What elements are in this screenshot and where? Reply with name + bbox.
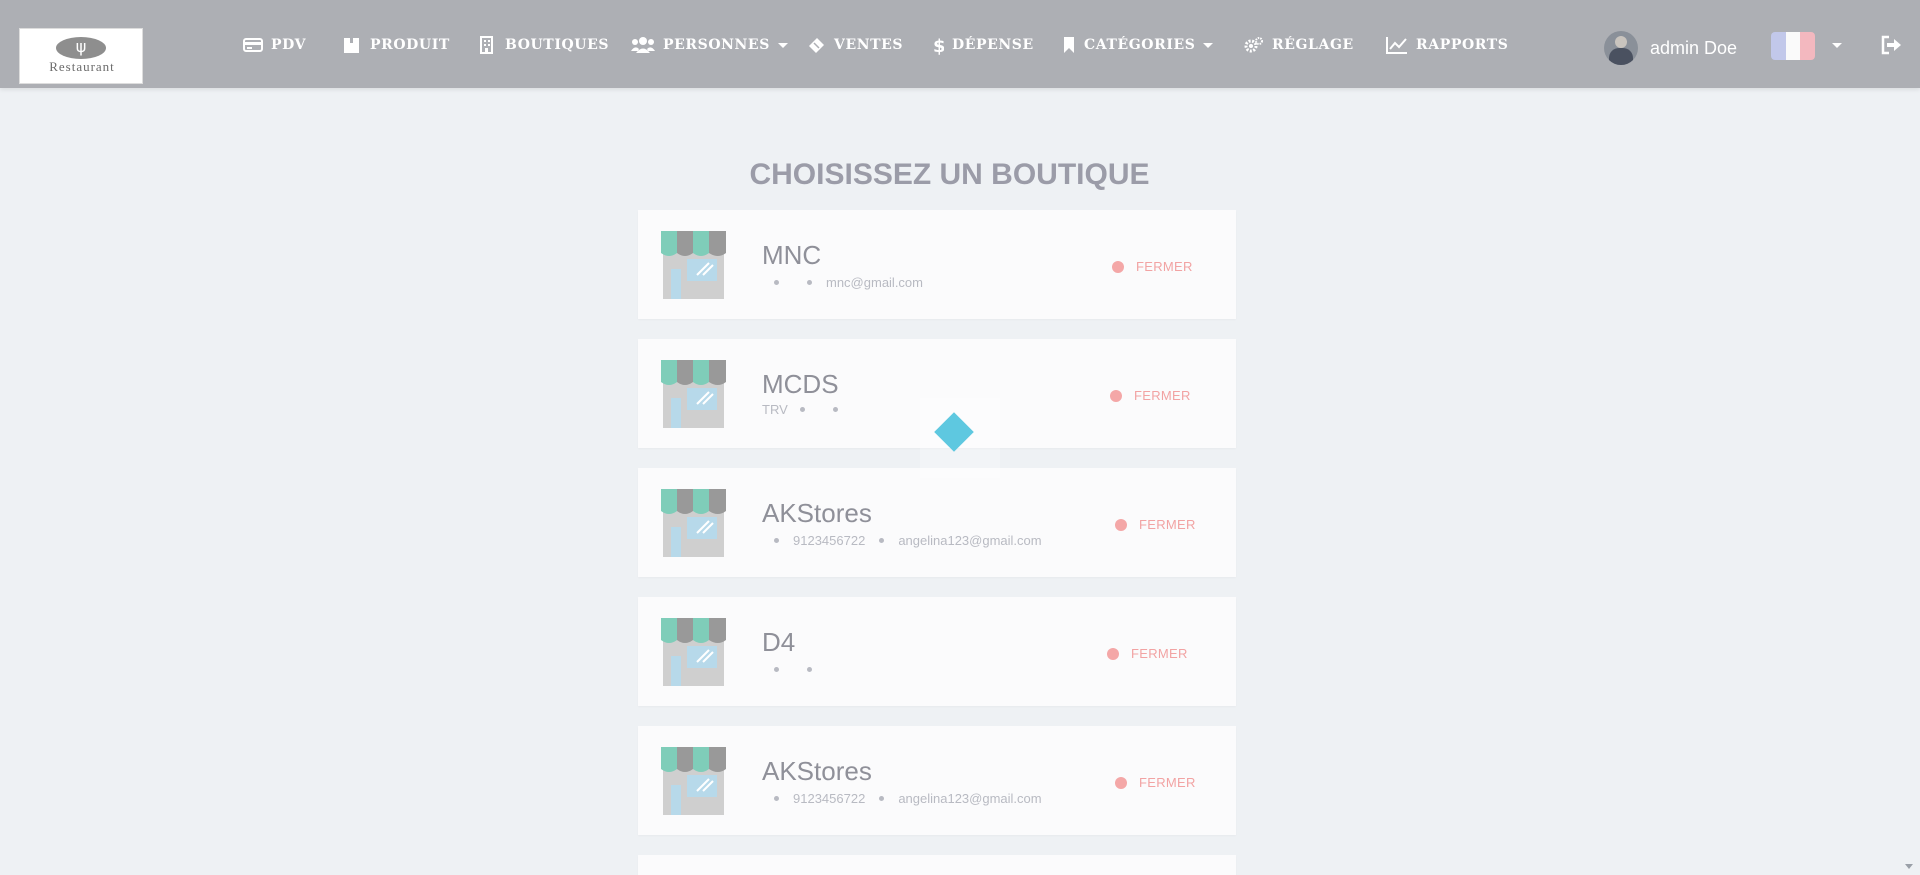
chevron-down-icon — [777, 42, 788, 48]
store-name: AKStores — [762, 756, 872, 786]
nav-personnes[interactable]: PERSONNES — [631, 35, 788, 55]
logo-text: Restaurant — [49, 59, 115, 74]
dollar-icon: $ — [932, 36, 946, 57]
status-dot-icon — [1115, 776, 1127, 789]
page-title: CHOISISSEZ UN BOUTIQUE — [749, 158, 1150, 191]
store-meta: mnc@gmail.com — [762, 274, 923, 290]
box-icon — [342, 36, 362, 54]
store-meta-text: TRV — [762, 401, 788, 417]
nav-produit-label: PRODUIT — [370, 37, 450, 53]
nav-reglage[interactable]: RÉGLAGE — [1244, 35, 1354, 55]
nav-depense[interactable]: $ DÉPENSE — [932, 35, 1034, 57]
status-badge: FERMER — [1107, 646, 1188, 661]
nav-ventes[interactable]: VENTES — [806, 35, 903, 55]
bookmark-icon — [1062, 36, 1076, 54]
credit-card-icon — [243, 36, 263, 54]
nav-produit[interactable]: PRODUIT — [342, 35, 450, 55]
store-meta-text: angelina123@gmail.com — [898, 532, 1042, 548]
nav-reglage-label: RÉGLAGE — [1272, 37, 1354, 53]
status-dot-icon — [1115, 518, 1127, 531]
store-name: MNC — [762, 240, 822, 270]
store-name: D4 — [762, 627, 796, 657]
users-icon — [631, 36, 655, 54]
store-card[interactable]: D4 FERMER — [638, 597, 1236, 706]
store-icon — [661, 745, 726, 815]
logout-icon[interactable] — [1880, 34, 1902, 56]
store-icon — [661, 487, 726, 557]
status-dot-icon — [1107, 647, 1119, 660]
status-badge: FERMER — [1115, 775, 1196, 790]
store-name: MCDS — [762, 369, 839, 399]
nav-boutiques-label: BOUTIQUES — [505, 37, 610, 53]
store-icon — [661, 616, 726, 686]
store-icon — [661, 229, 726, 299]
svg-text:$: $ — [933, 36, 944, 56]
nav-rapports[interactable]: RAPPORTS — [1386, 35, 1508, 55]
diamond-spinner-icon — [934, 412, 974, 452]
logo-fork-icon: ψ — [75, 37, 87, 56]
store-icon — [661, 358, 726, 428]
store-meta-text: mnc@gmail.com — [826, 274, 923, 290]
nav-pdv-label: PDV — [271, 37, 307, 53]
user-name: admin Doe — [1650, 37, 1738, 58]
store-meta-text: angelina123@gmail.com — [898, 790, 1042, 806]
ticket-icon — [806, 36, 826, 54]
store-card[interactable]: AKStores 9123456722 angelina123@gmail.co… — [638, 468, 1236, 577]
store-meta-text: 9123456722 — [793, 790, 866, 806]
building-icon — [477, 36, 497, 54]
store-name: AKStores — [762, 498, 872, 528]
restaurant-logo[interactable]: ψ Restaurant — [19, 28, 143, 84]
chevron-down-icon — [1203, 42, 1214, 48]
store-card[interactable]: AKStores 9123456722 angelina123@gmail.co… — [638, 726, 1236, 835]
top-navbar: ψ Restaurant PDV PRODUIT BOUTIQUES PERSO… — [0, 0, 1920, 88]
store-meta: TRV — [762, 401, 852, 417]
nav-personnes-label: PERSONNES — [663, 37, 770, 53]
status-label: FERMER — [1134, 388, 1191, 403]
nav-pdv[interactable]: PDV — [243, 35, 306, 55]
status-label: FERMER — [1136, 259, 1193, 274]
nav-boutiques[interactable]: BOUTIQUES — [477, 35, 609, 55]
avatar — [1604, 31, 1638, 65]
store-card[interactable] — [638, 855, 1236, 875]
nav-ventes-label: VENTES — [834, 37, 904, 53]
store-meta-text: 9123456722 — [793, 532, 866, 548]
nav-rapports-label: RAPPORTS — [1416, 37, 1509, 53]
status-label: FERMER — [1139, 517, 1196, 532]
loading-spinner — [920, 398, 1000, 478]
gears-icon — [1244, 36, 1264, 54]
store-meta: 9123456722 angelina123@gmail.com — [762, 532, 1042, 548]
store-meta: 9123456722 angelina123@gmail.com — [762, 790, 1042, 806]
status-dot-icon — [1110, 389, 1122, 402]
status-badge: FERMER — [1110, 388, 1191, 403]
nav-categories[interactable]: CATÉGORIES — [1062, 35, 1214, 55]
status-dot-icon — [1112, 260, 1124, 273]
fr-flag-icon[interactable] — [1771, 32, 1815, 60]
line-chart-icon — [1386, 36, 1408, 54]
scroll-down-icon[interactable] — [1905, 864, 1913, 869]
status-badge: FERMER — [1115, 517, 1196, 532]
store-meta — [762, 661, 826, 677]
status-label: FERMER — [1139, 775, 1196, 790]
chevron-down-icon[interactable] — [1832, 43, 1842, 48]
status-badge: FERMER — [1112, 259, 1193, 274]
nav-categories-label: CATÉGORIES — [1084, 37, 1196, 53]
user-menu[interactable]: admin Doe — [1604, 31, 1737, 65]
status-label: FERMER — [1131, 646, 1188, 661]
store-card[interactable]: MNC mnc@gmail.com FERMER — [638, 210, 1236, 319]
nav-depense-label: DÉPENSE — [952, 37, 1034, 53]
